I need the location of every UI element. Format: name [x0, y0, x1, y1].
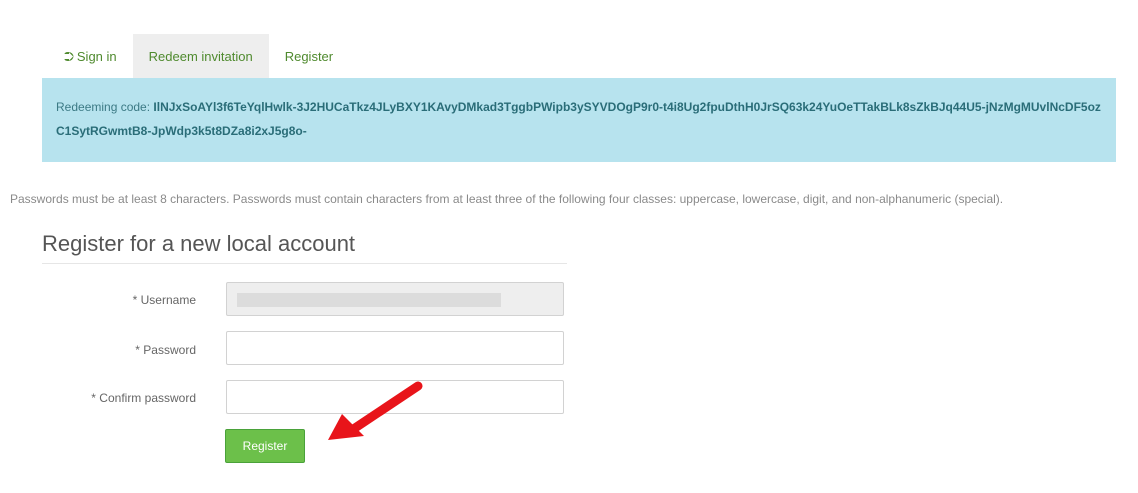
redeem-code-value: IlNJxSoAYl3f6TeYqlHwlk-3J2HUCaTkz4JLyBXY…	[56, 100, 1101, 138]
username-label: * Username	[132, 293, 196, 307]
password-input[interactable]	[226, 331, 564, 365]
sign-in-icon: ⮊	[64, 48, 74, 64]
password-label: * Password	[135, 343, 196, 357]
redeem-code-prefix: Redeeming code:	[56, 100, 154, 114]
tab-sign-in[interactable]: ⮊ Sign in	[48, 34, 133, 78]
account-tabs: ⮊ Sign in Redeem invitation Register	[48, 34, 349, 78]
redeem-code-banner: Redeeming code: IlNJxSoAYl3f6TeYqlHwlk-3…	[42, 78, 1116, 162]
page: ⮊ Sign in Redeem invitation Register Red…	[0, 0, 1138, 493]
username-redacted-value	[237, 293, 501, 307]
tab-label: Redeem invitation	[148, 48, 253, 64]
tab-label: Sign in	[76, 48, 117, 64]
register-button[interactable]: Register	[225, 429, 305, 463]
red-arrow-icon	[328, 381, 423, 440]
confirm-password-label: * Confirm password	[91, 391, 196, 405]
password-rules-text: Passwords must be at least 8 characters.…	[10, 192, 1004, 206]
tab-redeem-invitation[interactable]: Redeem invitation	[132, 34, 269, 78]
tab-label: Register	[284, 48, 334, 64]
tab-register[interactable]: Register	[269, 34, 349, 78]
form-title: Register for a new local account	[42, 231, 567, 264]
